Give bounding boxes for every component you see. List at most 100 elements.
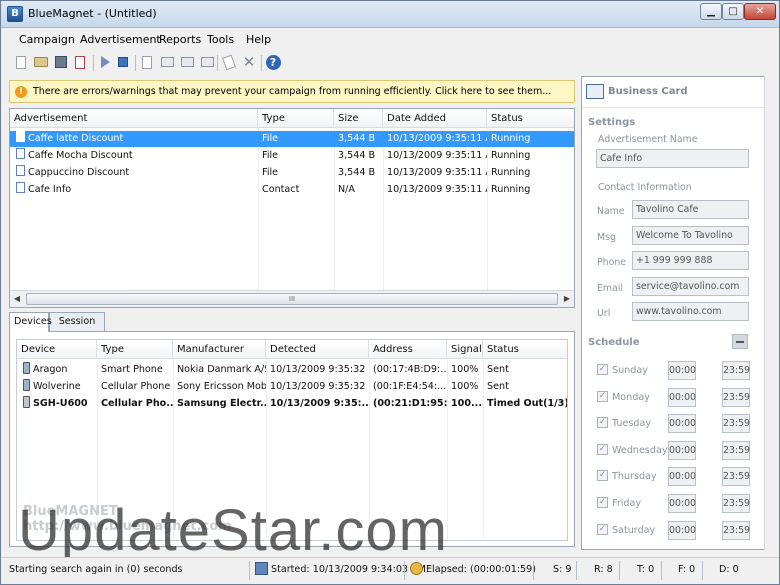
tab-session-log[interactable]: Session Log <box>49 312 105 345</box>
phone-field[interactable]: +1 999 999 888 <box>632 251 749 270</box>
day-label: Saturday <box>612 525 656 536</box>
horizontal-scrollbar[interactable]: ◀ III ▶ <box>10 290 574 307</box>
stop-icon[interactable] <box>115 54 131 70</box>
col-manufacturer[interactable]: Manufacturer <box>173 340 266 359</box>
time-from-field[interactable]: 00:00 <box>668 388 696 407</box>
open-icon[interactable] <box>33 54 49 70</box>
day-checkbox[interactable]: ✓ <box>597 470 608 481</box>
day-checkbox[interactable]: ✓ <box>597 364 608 375</box>
menu-tools[interactable]: Tools <box>207 31 234 48</box>
time-to-field[interactable]: 23:59 <box>722 494 750 513</box>
name-field[interactable]: Tavolino Cafe <box>632 200 749 219</box>
save-icon[interactable] <box>53 54 69 70</box>
time-to-field[interactable]: 23:59 <box>722 361 750 380</box>
ad-date: 10/13/2009 9:35:11 AM <box>387 150 487 161</box>
url-label: Url <box>597 308 611 319</box>
new-ad-icon[interactable] <box>139 54 155 70</box>
time-from-field[interactable]: 00:00 <box>668 361 696 380</box>
status-message: Starting search again in (0) seconds <box>9 564 183 575</box>
device-detected: 10/13/2009 9:35:... <box>270 398 369 409</box>
time-to-field[interactable]: 23:59 <box>722 414 750 433</box>
col-type[interactable]: Type <box>258 109 334 128</box>
card-icon[interactable] <box>159 54 175 70</box>
status-started: Started: 10/13/2009 9:34:03 AM <box>271 564 426 575</box>
col-address[interactable]: Address <box>369 340 447 359</box>
maximize-button[interactable]: □ <box>722 3 744 20</box>
title-bar[interactable]: B BlueMagnet - (Untitled) ▁ □ ✕ <box>1 1 779 28</box>
ad-name-field[interactable]: Cafe Info <box>596 149 749 168</box>
device-row[interactable]: Wolverine Cellular Phone Sony Ericsson M… <box>17 379 567 395</box>
time-to-field[interactable]: 23:59 <box>722 467 750 486</box>
col-device[interactable]: Device <box>17 340 97 359</box>
new-icon[interactable] <box>13 54 29 70</box>
col-signal[interactable]: Signal <box>447 340 483 359</box>
ad-type: File <box>262 133 279 144</box>
card2-icon[interactable] <box>179 54 195 70</box>
stopwatch-icon <box>410 562 423 575</box>
menu-advertisement[interactable]: Advertisement <box>80 31 161 48</box>
device-row[interactable]: SGH-U600 Cellular Pho... Samsung Electr.… <box>17 396 567 412</box>
card3-icon[interactable] <box>199 54 215 70</box>
validate-icon[interactable] <box>72 54 88 70</box>
day-checkbox[interactable]: ✓ <box>597 417 608 428</box>
day-label: Friday <box>612 498 642 509</box>
day-checkbox[interactable]: ✓ <box>597 497 608 508</box>
close-button[interactable]: ✕ <box>744 3 776 20</box>
time-from-field[interactable]: 00:00 <box>668 494 696 513</box>
time-to-field[interactable]: 23:59 <box>722 388 750 407</box>
advertisement-grid-header: Advertisement Type Size Date Added Statu… <box>10 109 574 128</box>
device-manufacturer: Sony Ericsson Mob... <box>177 381 266 392</box>
scroll-thumb[interactable]: III <box>26 293 558 305</box>
delete-icon[interactable]: ✕ <box>241 54 257 70</box>
advertisement-row[interactable]: Cappuccino Discount File 3,544 B 10/13/2… <box>10 165 574 181</box>
msg-field[interactable]: Welcome To Tavolino <box>632 226 749 245</box>
time-from-field[interactable]: 00:00 <box>668 521 696 540</box>
device-row[interactable]: Aragon Smart Phone Nokia Danmark A/S 10/… <box>17 362 567 378</box>
tab-devices[interactable]: Devices <box>9 312 52 332</box>
advertisement-row[interactable]: Caffe latte Discount File 3,544 B 10/13/… <box>10 131 574 147</box>
time-to-field[interactable]: 23:59 <box>722 521 750 540</box>
col-device-status[interactable]: Status <box>483 340 567 359</box>
menu-reports[interactable]: Reports <box>159 31 201 48</box>
status-bar: Starting search again in (0) seconds Sta… <box>1 557 779 584</box>
warning-bar[interactable]: ! There are errors/warnings that may pre… <box>9 80 575 103</box>
menu-help[interactable]: Help <box>246 31 271 48</box>
warning-text[interactable]: There are errors/warnings that may preve… <box>33 86 551 97</box>
day-checkbox[interactable]: ✓ <box>597 444 608 455</box>
phone-label: Phone <box>597 257 627 268</box>
email-field[interactable]: service@tavolino.com <box>632 277 749 296</box>
url-field[interactable]: www.tavolino.com <box>632 302 749 321</box>
day-checkbox[interactable]: ✓ <box>597 524 608 535</box>
col-device-type[interactable]: Type <box>97 340 173 359</box>
time-from-field[interactable]: 00:00 <box>668 414 696 433</box>
device-type: Smart Phone <box>101 364 163 375</box>
ad-status: Running <box>491 150 531 161</box>
col-detected[interactable]: Detected <box>266 340 369 359</box>
col-date-added[interactable]: Date Added <box>383 109 487 128</box>
day-checkbox[interactable]: ✓ <box>597 391 608 402</box>
scroll-right-icon[interactable]: ▶ <box>561 293 573 305</box>
ad-type: File <box>262 167 279 178</box>
ad-name-label: Advertisement Name <box>598 134 698 145</box>
help-icon[interactable]: ? <box>265 54 281 70</box>
scroll-left-icon[interactable]: ◀ <box>11 293 23 305</box>
advertisement-row[interactable]: Caffe Mocha Discount File 3,544 B 10/13/… <box>10 148 574 164</box>
minimize-button[interactable]: ▁ <box>700 3 722 20</box>
collapse-schedule-button[interactable] <box>732 334 748 349</box>
device-manufacturer: Nokia Danmark A/S <box>177 364 266 375</box>
menu-campaign[interactable]: Campaign <box>19 31 75 48</box>
edit-icon[interactable] <box>221 54 237 70</box>
col-status[interactable]: Status <box>487 109 574 128</box>
col-advertisement[interactable]: Advertisement <box>10 109 258 128</box>
time-to-field[interactable]: 23:59 <box>722 441 750 460</box>
time-from-field[interactable]: 00:00 <box>668 441 696 460</box>
ad-size: 3,544 B <box>338 133 376 144</box>
advertisement-row[interactable]: Cafe Info Contact N/A 10/13/2009 9:35:11… <box>10 182 574 198</box>
play-icon[interactable] <box>97 54 113 70</box>
ad-status: Running <box>491 184 531 195</box>
contact-ad-icon <box>16 182 25 193</box>
col-size[interactable]: Size <box>334 109 383 128</box>
device-detected: 10/13/2009 9:35:32 ... <box>270 364 369 375</box>
card-vertical-scrollbar[interactable] <box>764 76 773 550</box>
time-from-field[interactable]: 00:00 <box>668 467 696 486</box>
